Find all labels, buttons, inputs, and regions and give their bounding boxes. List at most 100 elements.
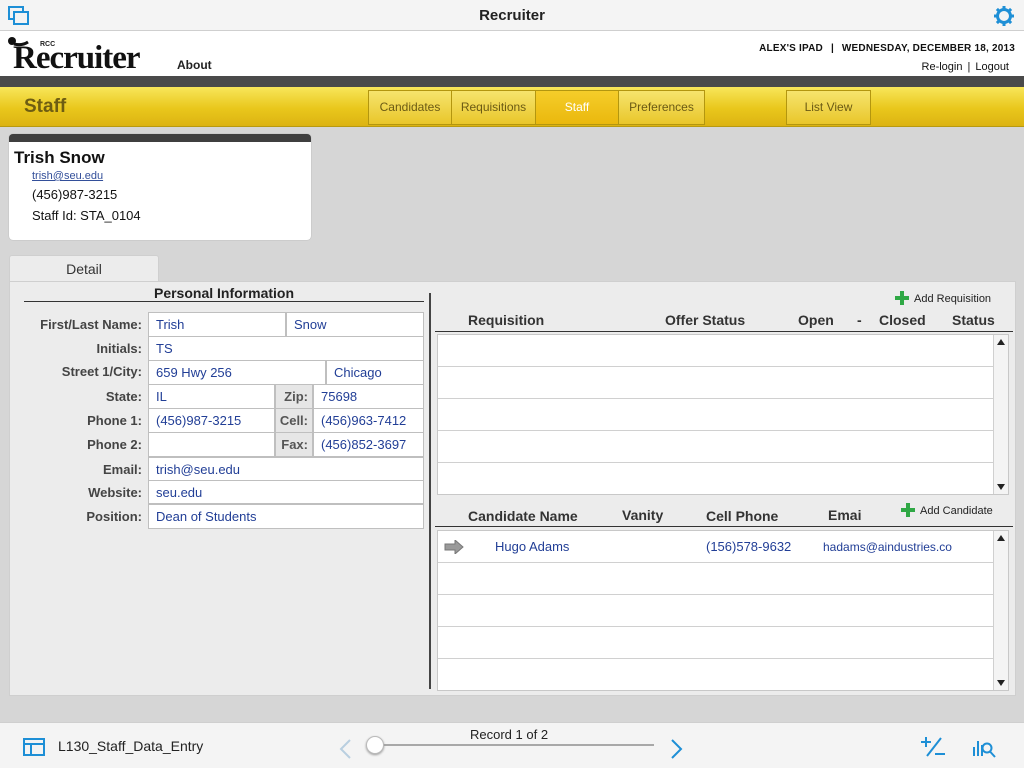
- state-field[interactable]: IL: [148, 384, 275, 409]
- logout-link[interactable]: Logout: [975, 61, 1009, 73]
- initials-label: Initials:: [96, 341, 142, 356]
- state-label: State:: [105, 389, 142, 404]
- col-email: Emai: [828, 507, 862, 523]
- candidate-header-rule: [435, 526, 1013, 527]
- scroll-down-icon[interactable]: [997, 484, 1005, 490]
- table-row[interactable]: [438, 659, 995, 691]
- personal-info-rule: [24, 301, 424, 302]
- tab-detail[interactable]: Detail: [9, 255, 159, 282]
- layout-icon[interactable]: [23, 738, 45, 756]
- email-label: Email:: [102, 462, 142, 477]
- first-last-label: First/Last Name:: [40, 317, 142, 332]
- nav-bar: Staff Candidates Requisitions Staff Pref…: [0, 87, 1024, 127]
- tab-staff[interactable]: Staff: [536, 91, 619, 124]
- table-row[interactable]: [438, 595, 995, 627]
- previous-record-icon[interactable]: [338, 739, 352, 759]
- tab-candidates[interactable]: Candidates: [369, 91, 452, 124]
- add-requisition-label: Add Requisition: [914, 293, 992, 305]
- staff-name: Trish Snow: [14, 148, 105, 167]
- candidate-scrollbar[interactable]: [993, 531, 1008, 690]
- app-logo: RCC Recruiter: [6, 34, 151, 76]
- bottom-toolbar: L130_Staff_Data_Entry Record 1 of 2: [0, 722, 1024, 768]
- tab-preferences[interactable]: Preferences: [619, 91, 704, 124]
- col-vanity: Vanity: [622, 507, 664, 523]
- col-candidate-name: Candidate Name: [468, 508, 578, 524]
- gear-icon[interactable]: [993, 5, 1015, 27]
- list-item[interactable]: [438, 463, 995, 495]
- section-title: Staff: [24, 96, 67, 117]
- zip-label: Zip:: [275, 384, 313, 409]
- staff-summary-card: Trish Snow trish@seu.edu (456)987-3215 S…: [9, 134, 311, 240]
- first-name-field[interactable]: Trish: [148, 312, 286, 337]
- layout-name[interactable]: L130_Staff_Data_Entry: [58, 738, 203, 754]
- find-icon[interactable]: [972, 736, 996, 758]
- email-field[interactable]: trish@seu.edu: [148, 457, 424, 481]
- candidate-list: Hugo Adams (156)578-9632 hadams@aindustr…: [437, 530, 1009, 691]
- city-field[interactable]: Chicago: [326, 360, 424, 385]
- position-field[interactable]: Dean of Students: [148, 504, 424, 529]
- add-candidate-label: Add Candidate: [920, 505, 993, 517]
- phone2-label: Phone 2:: [87, 437, 142, 452]
- tab-requisitions[interactable]: Requisitions: [452, 91, 536, 124]
- personal-info-title: Personal Information: [153, 285, 295, 301]
- col-open: Open: [798, 312, 834, 328]
- about-link[interactable]: About: [177, 58, 212, 72]
- auth-links: Re-login | Logout: [921, 61, 1009, 73]
- fax-field[interactable]: (456)852-3697: [313, 432, 424, 457]
- staff-phone: (456)987-3215: [32, 187, 118, 202]
- device-name: ALEX'S IPAD: [759, 43, 823, 54]
- col-dash: -: [857, 312, 862, 328]
- staff-email-link[interactable]: trish@seu.edu: [32, 170, 103, 182]
- window-title: Recruiter: [479, 7, 545, 24]
- street-field[interactable]: 659 Hwy 256: [148, 360, 326, 385]
- record-slider-track[interactable]: [376, 744, 654, 746]
- header-divider: [0, 76, 1024, 87]
- list-item[interactable]: [438, 431, 995, 463]
- initials-field[interactable]: TS: [148, 336, 424, 361]
- list-view-button[interactable]: List View: [786, 90, 871, 125]
- phone1-label: Phone 1:: [87, 413, 142, 428]
- candidate-cell[interactable]: (156)578-9632: [706, 539, 791, 554]
- last-name-field[interactable]: Snow: [286, 312, 424, 337]
- add-candidate-button[interactable]: Add Candidate: [901, 503, 993, 517]
- zip-field[interactable]: 75698: [313, 384, 424, 409]
- record-slider-thumb[interactable]: [366, 736, 384, 754]
- detail-panel: Personal Information First/Last Name: In…: [9, 281, 1016, 696]
- list-item[interactable]: [438, 335, 995, 367]
- col-offer-status: Offer Status: [665, 312, 746, 328]
- phone2-field[interactable]: [148, 432, 275, 457]
- add-requisition-button[interactable]: Add Requisition: [895, 291, 991, 305]
- device-date-line: ALEX'S IPAD | WEDNESDAY, DECEMBER 18, 20…: [759, 43, 1015, 54]
- list-item[interactable]: [438, 399, 995, 431]
- col-requisition: Requisition: [468, 312, 545, 328]
- logo-word: Recruiter: [13, 40, 141, 76]
- go-to-arrow-icon[interactable]: [444, 540, 464, 554]
- candidate-email[interactable]: hadams@aindustries.co: [823, 540, 952, 554]
- position-label: Position:: [86, 509, 142, 524]
- col-cell-phone: Cell Phone: [706, 508, 779, 524]
- plus-icon: [901, 503, 915, 517]
- scroll-down-icon[interactable]: [997, 680, 1005, 686]
- col-closed: Closed: [879, 312, 926, 328]
- website-label: Website:: [88, 485, 142, 500]
- table-row[interactable]: [438, 563, 995, 595]
- table-row[interactable]: Hugo Adams (156)578-9632 hadams@aindustr…: [438, 531, 995, 563]
- relogin-link[interactable]: Re-login: [922, 61, 963, 73]
- scroll-up-icon[interactable]: [997, 339, 1005, 345]
- requisition-scrollbar[interactable]: [993, 335, 1008, 494]
- candidate-name[interactable]: Hugo Adams: [495, 539, 569, 554]
- scroll-up-icon[interactable]: [997, 535, 1005, 541]
- fax-label: Fax:: [275, 432, 313, 457]
- nav-tabs: Candidates Requisitions Staff Preference…: [368, 90, 705, 125]
- panel-divider: [429, 293, 431, 689]
- phone1-field[interactable]: (456)987-3215: [148, 408, 275, 433]
- record-indicator: Record 1 of 2: [470, 727, 549, 742]
- website-field[interactable]: seu.edu: [148, 480, 424, 504]
- table-row[interactable]: [438, 627, 995, 659]
- cell-field[interactable]: (456)963-7412: [313, 408, 424, 433]
- next-record-icon[interactable]: [670, 739, 684, 759]
- staff-id: Staff Id: STA_0104: [32, 208, 141, 223]
- add-delete-record-icon[interactable]: [921, 736, 945, 758]
- plus-icon: [895, 291, 909, 305]
- list-item[interactable]: [438, 367, 995, 399]
